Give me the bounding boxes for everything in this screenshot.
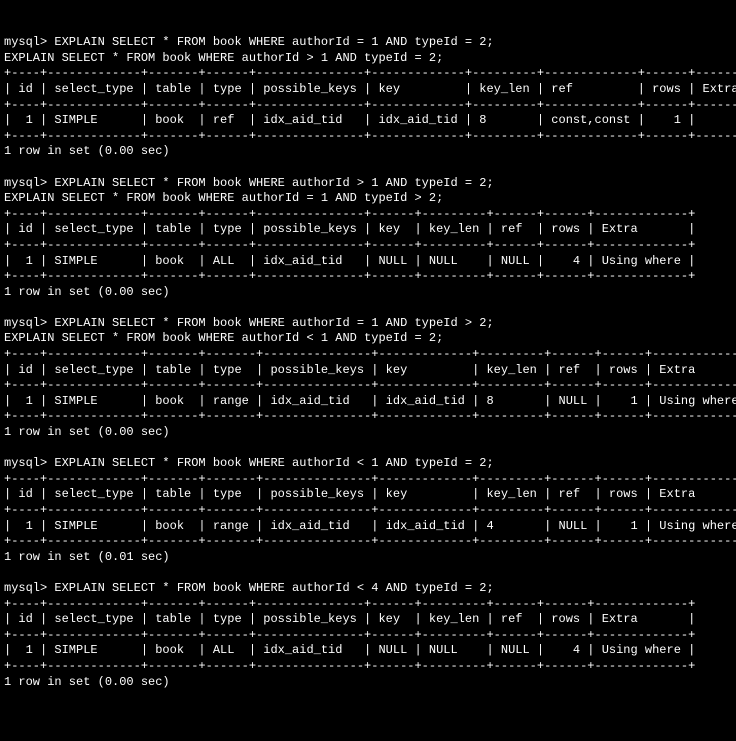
timing-line: 1 row in set (0.00 sec) bbox=[4, 144, 170, 158]
sql-prompt-line: mysql> EXPLAIN SELECT * FROM book WHERE … bbox=[4, 316, 494, 330]
sql-prompt-line: mysql> EXPLAIN SELECT * FROM book WHERE … bbox=[4, 35, 494, 49]
sql-prompt-line: mysql> EXPLAIN SELECT * FROM book WHERE … bbox=[4, 456, 494, 470]
terminal-output: mysql> EXPLAIN SELECT * FROM book WHERE … bbox=[4, 35, 732, 690]
table-header: | id | select_type | table | type | poss… bbox=[4, 487, 736, 501]
timing-line: 1 row in set (0.00 sec) bbox=[4, 675, 170, 689]
table-header: | id | select_type | table | type | poss… bbox=[4, 82, 736, 96]
table-row: | 1 | SIMPLE | book | ALL | idx_aid_tid … bbox=[4, 643, 695, 657]
table-sep: +----+-------------+-------+------+-----… bbox=[4, 659, 695, 673]
timing-line: 1 row in set (0.01 sec) bbox=[4, 550, 170, 564]
timing-line: 1 row in set (0.00 sec) bbox=[4, 425, 170, 439]
table-row: | 1 | SIMPLE | book | range | idx_aid_ti… bbox=[4, 519, 736, 533]
table-row: | 1 | SIMPLE | book | range | idx_aid_ti… bbox=[4, 394, 736, 408]
table-sep: +----+-------------+-------+-------+----… bbox=[4, 378, 736, 392]
table-sep: +----+-------------+-------+------+-----… bbox=[4, 238, 695, 252]
table-sep: +----+-------------+-------+------+-----… bbox=[4, 628, 695, 642]
table-row: | 1 | SIMPLE | book | ALL | idx_aid_tid … bbox=[4, 254, 695, 268]
table-sep: +----+-------------+-------+-------+----… bbox=[4, 472, 736, 486]
table-header: | id | select_type | table | type | poss… bbox=[4, 222, 695, 236]
sql-echo-line: EXPLAIN SELECT * FROM book WHERE authorI… bbox=[4, 51, 443, 65]
table-sep: +----+-------------+-------+-------+----… bbox=[4, 503, 736, 517]
timing-line: 1 row in set (0.00 sec) bbox=[4, 285, 170, 299]
table-row: | 1 | SIMPLE | book | ref | idx_aid_tid … bbox=[4, 113, 736, 127]
sql-echo-line: EXPLAIN SELECT * FROM book WHERE authorI… bbox=[4, 191, 443, 205]
table-sep: +----+-------------+-------+------+-----… bbox=[4, 129, 736, 143]
table-sep: +----+-------------+-------+------+-----… bbox=[4, 66, 736, 80]
table-sep: +----+-------------+-------+------+-----… bbox=[4, 269, 695, 283]
table-sep: +----+-------------+-------+------+-----… bbox=[4, 207, 695, 221]
sql-prompt-line: mysql> EXPLAIN SELECT * FROM book WHERE … bbox=[4, 581, 494, 595]
table-sep: +----+-------------+-------+-------+----… bbox=[4, 534, 736, 548]
table-header: | id | select_type | table | type | poss… bbox=[4, 363, 736, 377]
table-header: | id | select_type | table | type | poss… bbox=[4, 612, 695, 626]
sql-prompt-line: mysql> EXPLAIN SELECT * FROM book WHERE … bbox=[4, 176, 494, 190]
table-sep: +----+-------------+-------+------+-----… bbox=[4, 597, 695, 611]
table-sep: +----+-------------+-------+-------+----… bbox=[4, 409, 736, 423]
table-sep: +----+-------------+-------+------+-----… bbox=[4, 98, 736, 112]
table-sep: +----+-------------+-------+-------+----… bbox=[4, 347, 736, 361]
sql-echo-line: EXPLAIN SELECT * FROM book WHERE authorI… bbox=[4, 331, 443, 345]
